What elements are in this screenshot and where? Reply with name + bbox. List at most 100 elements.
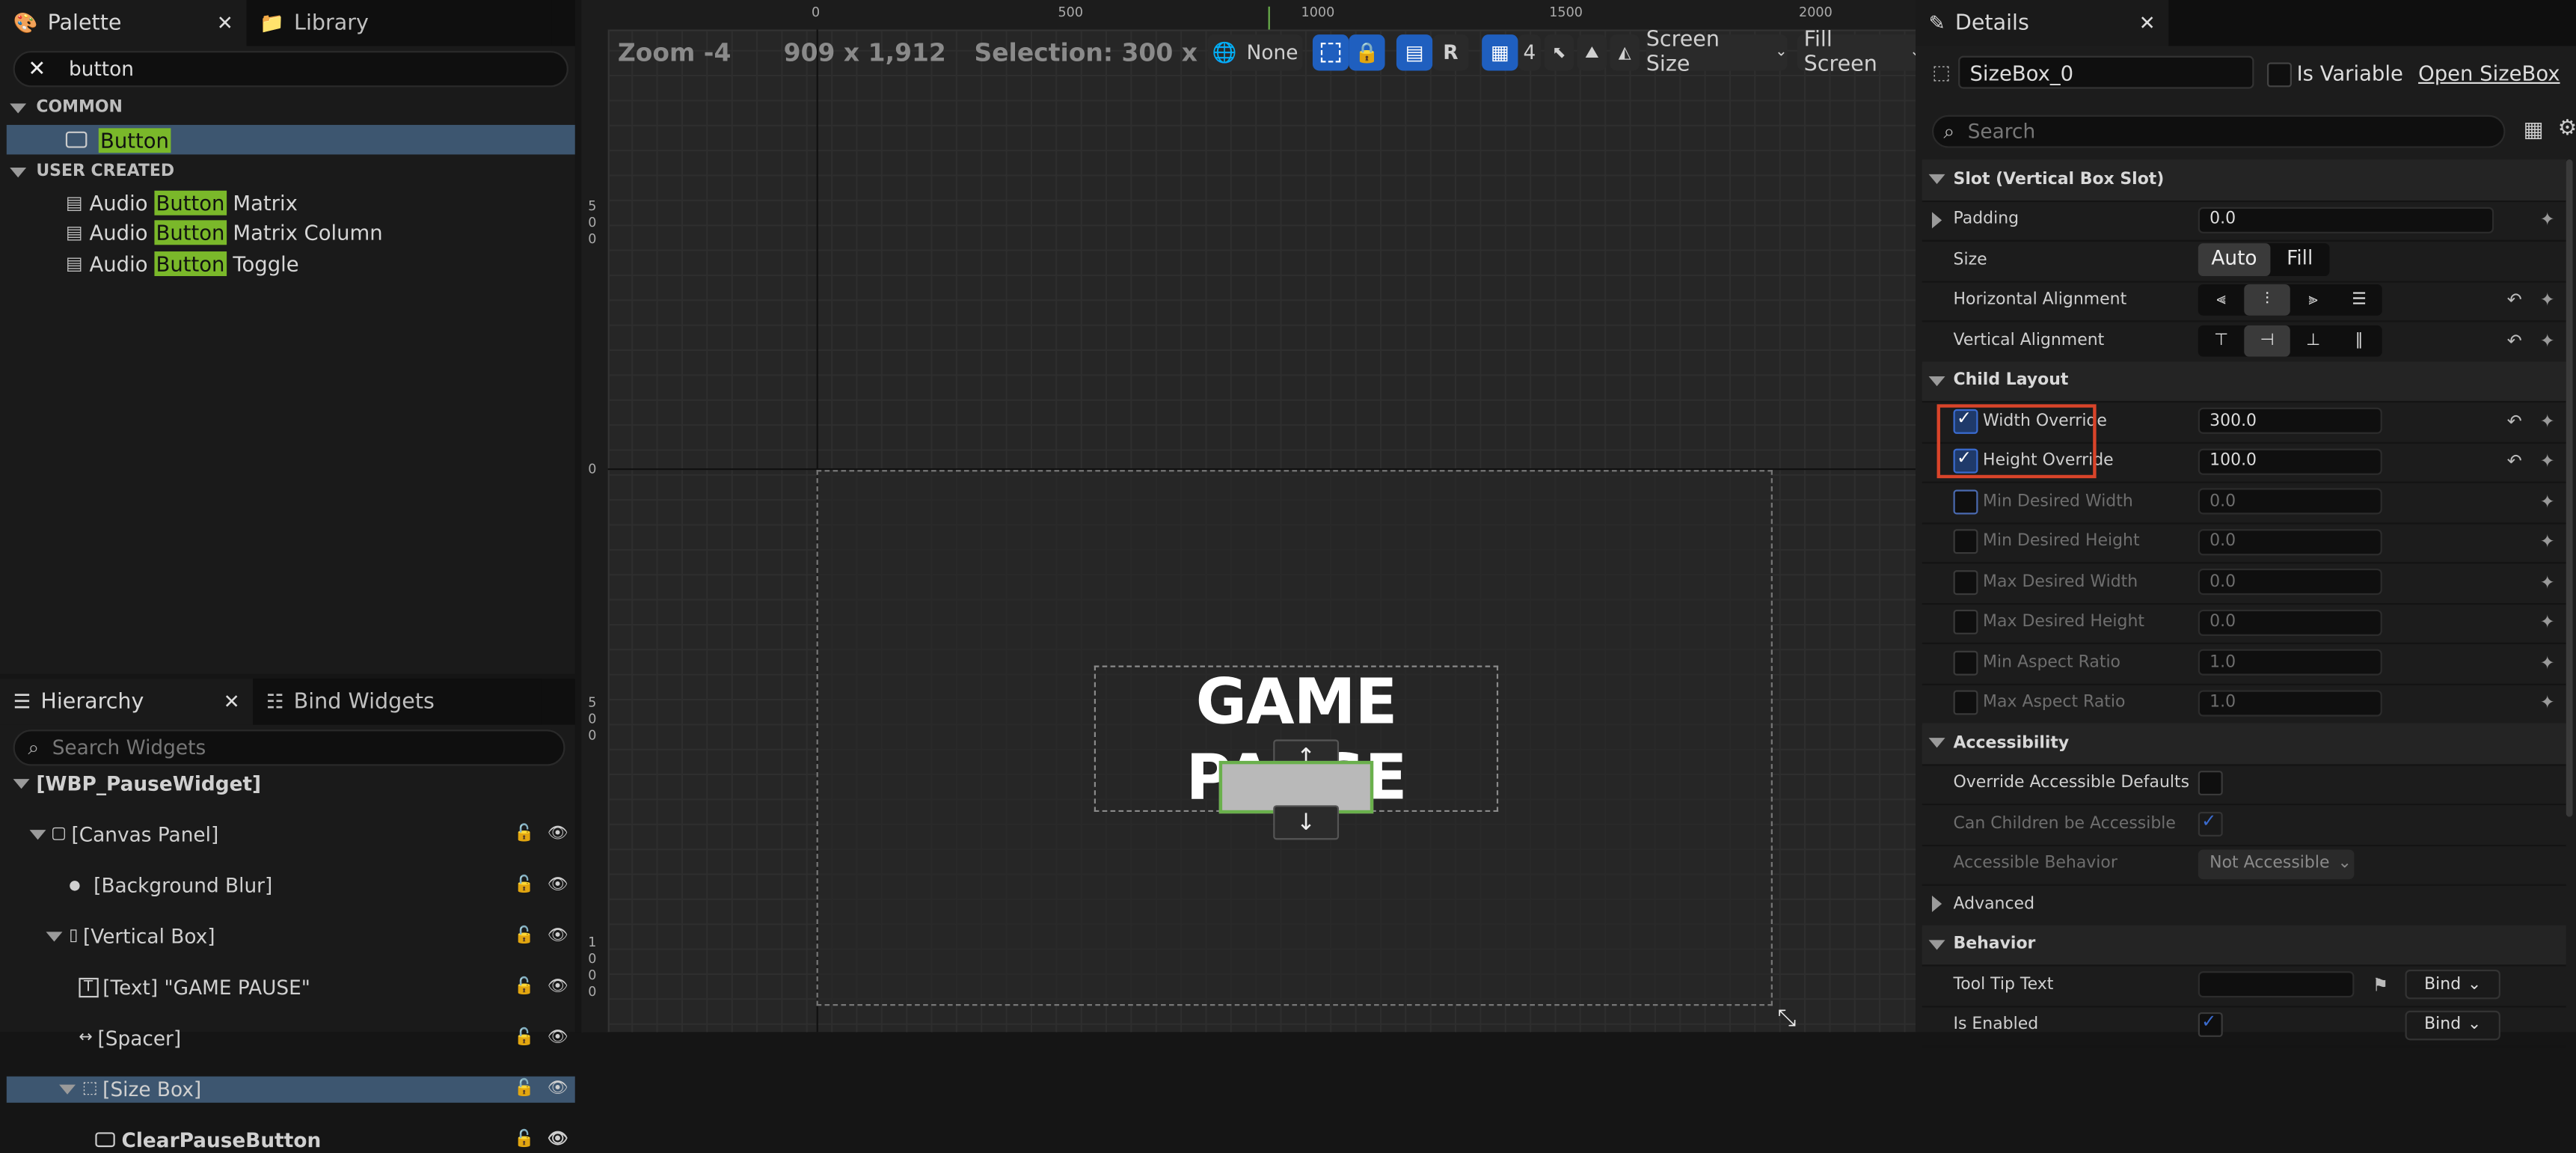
hierarchy-row-text[interactable]: T [Text] "GAME PAUSE" 🔓 👁: [79, 974, 574, 1000]
grid-snap-button[interactable]: ▦: [1482, 34, 1518, 71]
expand-arrow-icon[interactable]: [1931, 211, 1942, 228]
section-child-layout[interactable]: Child Layout: [1922, 361, 2566, 403]
hierarchy-row-vertical-box[interactable]: ▯ [Vertical Box] 🔓 👁: [46, 923, 574, 949]
accessible-behavior-dropdown[interactable]: Not Accessible ⌄: [2198, 848, 2355, 879]
outline-toggle-button[interactable]: [1312, 34, 1349, 71]
close-icon[interactable]: ✕: [224, 690, 240, 713]
hierarchy-row-canvas-panel[interactable]: ▢ [Canvas Panel] 🔓 👁: [29, 822, 575, 847]
clear-search-icon[interactable]: ✕: [28, 57, 46, 82]
min-desired-height-input[interactable]: 0.0: [2198, 528, 2382, 555]
align-right-icon[interactable]: ⫸: [2290, 285, 2336, 316]
keyframe-icon[interactable]: ✦: [2540, 572, 2555, 593]
max-desired-width-checkbox[interactable]: [1953, 569, 1978, 595]
keyframe-icon[interactable]: ✦: [2540, 531, 2555, 553]
keyframe-icon[interactable]: ✦: [2540, 411, 2555, 432]
lock-icon[interactable]: 🔓: [514, 1131, 534, 1149]
flag-icon[interactable]: ⚑: [2373, 974, 2389, 996]
padding-input[interactable]: 0.0: [2198, 207, 2494, 233]
override-accessible-checkbox[interactable]: [2198, 771, 2223, 796]
tooltip-input[interactable]: [2198, 971, 2355, 998]
min-aspect-ratio-checkbox[interactable]: [1953, 650, 1978, 676]
reset-arrow-icon[interactable]: ↶: [2507, 290, 2522, 311]
max-aspect-ratio-checkbox[interactable]: [1953, 691, 1978, 715]
palette-item-audio-button-matrix-column[interactable]: ▤ Audio Button Matrix Column: [66, 218, 559, 248]
eye-icon[interactable]: 👁: [548, 1029, 568, 1047]
min-desired-width-input[interactable]: 0.0: [2198, 488, 2382, 516]
keyframe-icon[interactable]: ✦: [2540, 612, 2555, 634]
hierarchy-row-size-box[interactable]: ⬚ [Size Box] 🔓 👁: [6, 1076, 575, 1102]
cursor-button[interactable]: ⬉: [1544, 34, 1574, 71]
section-behavior[interactable]: Behavior: [1922, 924, 2566, 967]
widget-name-input[interactable]: SizeBox_0: [1958, 55, 2254, 89]
close-icon[interactable]: ✕: [2139, 11, 2156, 34]
resize-handle-icon[interactable]: ⤡: [1778, 1006, 1797, 1032]
localization-button[interactable]: 🌐 None: [1207, 34, 1303, 71]
triangle-toggle-button[interactable]: ◭: [1610, 34, 1640, 71]
align-center-icon[interactable]: ⫶: [2244, 284, 2290, 316]
lock-icon[interactable]: 🔓: [514, 927, 534, 945]
close-icon[interactable]: ✕: [217, 11, 233, 34]
designer-viewport[interactable]: 0 500 1000 1500 2000 500 0 500 1000 Zoom…: [581, 0, 1916, 1033]
reset-arrow-icon[interactable]: ↶: [2507, 411, 2522, 432]
hierarchy-search-input[interactable]: ⌕ Search Widgets: [13, 730, 565, 766]
image-preview-button[interactable]: ⛰: [1577, 34, 1607, 71]
align-vfill-icon[interactable]: ∥: [2336, 325, 2382, 356]
screen-size-dropdown[interactable]: Screen Size ⌄: [1646, 28, 1788, 77]
size-fill-button[interactable]: Fill: [2270, 244, 2329, 277]
keyframe-icon[interactable]: ✦: [2540, 209, 2555, 230]
is-variable-checkbox[interactable]: [2267, 62, 2292, 88]
reset-arrow-icon[interactable]: ↶: [2507, 450, 2522, 472]
palette-item-audio-button-toggle[interactable]: ▤ Audio Button Toggle: [66, 248, 559, 278]
row-advanced[interactable]: Advanced: [1922, 884, 2566, 926]
palette-item-button[interactable]: Button: [6, 124, 575, 155]
move-down-button[interactable]: ↓: [1273, 805, 1340, 840]
keyframe-icon[interactable]: ✦: [2540, 290, 2555, 311]
min-desired-height-checkbox[interactable]: [1953, 529, 1978, 554]
lock-icon[interactable]: 🔓: [514, 825, 534, 843]
hierarchy-row-clear-pause-button[interactable]: ClearPauseButton 🔓 👁: [95, 1128, 574, 1153]
tab-details[interactable]: ✎ Details ✕: [1916, 0, 2169, 46]
can-children-checkbox[interactable]: ✓: [2198, 810, 2223, 837]
reset-arrow-icon[interactable]: ↶: [2507, 330, 2522, 352]
max-desired-height-input[interactable]: 0.0: [2198, 609, 2382, 636]
eye-icon[interactable]: 👁: [548, 825, 568, 843]
max-desired-width-input[interactable]: 0.0: [2198, 569, 2382, 596]
hierarchy-row-background-blur[interactable]: ● [Background Blur] 🔓 👁: [69, 872, 574, 898]
details-scrollbar[interactable]: [2566, 159, 2573, 817]
lock-icon[interactable]: 🔓: [514, 1080, 534, 1098]
max-aspect-ratio-input[interactable]: 1.0: [2198, 689, 2382, 717]
is-enabled-checkbox[interactable]: ✓: [2198, 1011, 2223, 1038]
keyframe-icon[interactable]: ✦: [2540, 330, 2555, 352]
respect-locks-button[interactable]: R: [1432, 34, 1469, 71]
tab-palette[interactable]: 🎨 Palette ✕: [0, 0, 247, 46]
eye-icon[interactable]: 👁: [548, 876, 568, 894]
keyframe-icon[interactable]: ✦: [2540, 692, 2555, 714]
align-left-icon[interactable]: ⫷: [2198, 285, 2244, 316]
eye-icon[interactable]: 👁: [548, 1131, 568, 1149]
eye-icon[interactable]: 👁: [548, 978, 568, 996]
details-search-input[interactable]: ⌕ Search: [1931, 114, 2506, 148]
table-view-icon[interactable]: ▦: [2524, 118, 2544, 143]
layout-toggle-button[interactable]: ▤: [1396, 34, 1433, 71]
grid-size-button[interactable]: 4: [1518, 34, 1542, 71]
width-override-input[interactable]: 300.0: [2198, 408, 2382, 435]
align-top-icon[interactable]: ⊤: [2198, 325, 2244, 356]
tab-library[interactable]: 📁 Library: [246, 0, 552, 46]
max-desired-height-checkbox[interactable]: [1953, 610, 1978, 635]
lock-toggle-button[interactable]: 🔒: [1349, 34, 1385, 71]
hierarchy-row-root[interactable]: [WBP_PauseWidget]: [13, 771, 575, 796]
lock-icon[interactable]: 🔓: [514, 876, 534, 894]
keyframe-icon[interactable]: ✦: [2540, 450, 2555, 472]
gear-icon[interactable]: ⚙: [2558, 117, 2576, 141]
eye-icon[interactable]: 👁: [548, 927, 568, 945]
keyframe-icon[interactable]: ✦: [2540, 652, 2555, 673]
fill-screen-dropdown[interactable]: Fill Screen ⌄: [1797, 28, 1916, 77]
min-desired-width-checkbox[interactable]: [1953, 489, 1978, 514]
lock-icon[interactable]: 🔓: [514, 1029, 534, 1047]
tooltip-bind-dropdown[interactable]: Bind ⌄: [2405, 970, 2500, 1000]
hierarchy-row-spacer[interactable]: ↔ [Spacer] 🔓 👁: [79, 1026, 574, 1051]
eye-icon[interactable]: 👁: [548, 1080, 568, 1098]
tab-hierarchy[interactable]: ☰ Hierarchy ✕: [0, 679, 254, 725]
lock-icon[interactable]: 🔓: [514, 978, 534, 996]
min-aspect-ratio-input[interactable]: 1.0: [2198, 649, 2382, 676]
